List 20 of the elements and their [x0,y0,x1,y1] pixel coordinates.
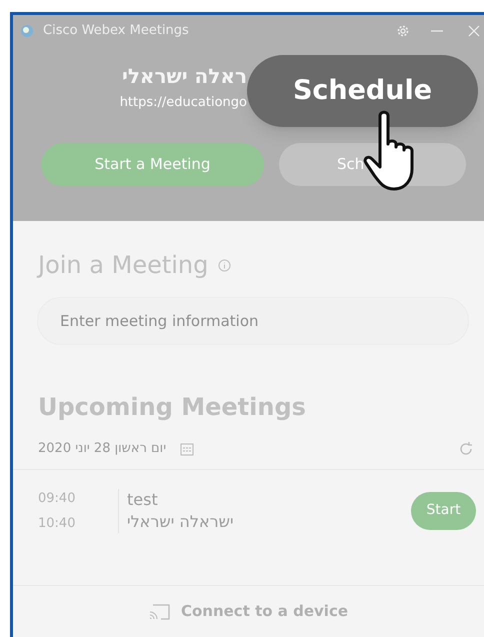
close-icon[interactable] [468,25,480,37]
schedule-callout: Schedule [247,55,478,127]
window-title: Cisco Webex Meetings [43,22,189,40]
connect-device-link[interactable]: Connect to a device [180,600,348,623]
app-logo-icon [21,25,33,37]
refresh-icon[interactable] [458,440,474,457]
meeting-info-field[interactable]: Enter meeting information [37,297,469,345]
start-meeting-button[interactable]: Start a Meeting [41,142,264,186]
meeting-host: ישראלה ישראלי [127,510,234,532]
end-time: 10:40 [38,514,76,532]
start-button[interactable]: Start [411,492,476,530]
calendar-icon[interactable] [180,442,194,456]
site-url: https://educationgo [120,94,247,112]
start-time: 09:40 [38,490,76,508]
info-icon[interactable] [218,258,232,272]
cast-icon [148,604,171,620]
meeting-date: יום ראשון 28 יוני 2020 [38,440,166,458]
user-name: ראלה ישראלי [122,63,247,90]
meeting-title[interactable]: test [127,488,234,510]
settings-icon[interactable] [396,24,410,38]
